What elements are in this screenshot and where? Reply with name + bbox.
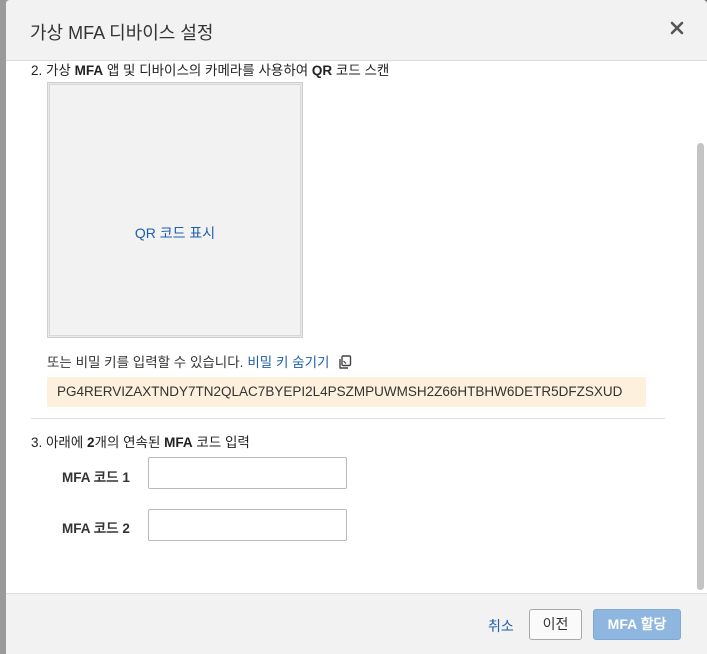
assign-mfa-button[interactable]: MFA 할당 — [593, 609, 681, 640]
scrollbar-thumb[interactable] — [697, 143, 704, 590]
step3-middle: 개의 연속된 — [94, 435, 165, 450]
mfa-code-1-input[interactable] — [148, 457, 347, 489]
dialog-body: 2. 가상 MFA 앱 및 디바이스의 카메라를 사용하여 QR 코드 스캔 Q… — [6, 61, 707, 593]
step2-instruction: 2. 가상 MFA 앱 및 디바이스의 카메라를 사용하여 QR 코드 스캔 — [31, 61, 389, 79]
previous-button[interactable]: 이전 — [529, 609, 582, 640]
copy-icon[interactable] — [337, 354, 353, 370]
step3-count: 2 — [87, 435, 95, 450]
qr-code-frame — [49, 84, 301, 336]
secret-key-value: PG4RERVIZAXTNDY7TN2QLAC7BYEPI2L4PSZMPUWM… — [47, 377, 646, 407]
mfa-code-2-input[interactable] — [148, 509, 347, 541]
dialog-footer: 취소 이전 MFA 할당 — [6, 593, 707, 654]
step2-suffix: 코드 스캔 — [332, 63, 390, 78]
show-qr-code-link[interactable]: QR 코드 표시 — [48, 223, 302, 243]
hide-secret-key-link[interactable]: 비밀 키 숨기기 — [247, 355, 329, 370]
step3-mfa: MFA — [164, 435, 193, 450]
dialog-header: 가상 MFA 디바이스 설정 — [6, 0, 707, 61]
mfa-code-2-label: MFA 코드 2 — [62, 521, 130, 536]
step3-prefix: 3. 아래에 — [31, 435, 88, 450]
step3-suffix: 코드 입력 — [192, 435, 250, 450]
step2-qr: QR — [311, 63, 333, 78]
step2-mfa: MFA — [74, 63, 104, 78]
qr-code-placeholder: QR 코드 표시 — [47, 82, 303, 338]
cancel-link[interactable]: 취소 — [488, 616, 514, 636]
secret-key-text: 또는 비밀 키를 입력할 수 있습니다. — [47, 355, 244, 370]
dialog-title: 가상 MFA 디바이스 설정 — [30, 23, 214, 43]
step3-instruction: 3. 아래에 2개의 연속된 MFA 코드 입력 — [31, 431, 250, 451]
mfa-setup-dialog: 가상 MFA 디바이스 설정 2. 가상 MFA 앱 및 디바이스의 카메라를 … — [6, 0, 707, 654]
step2-prefix: 2. 가상 — [31, 63, 75, 78]
mfa-code-1-label: MFA 코드 1 — [62, 470, 130, 485]
close-icon[interactable] — [669, 20, 685, 36]
section-divider — [31, 418, 665, 419]
step2-middle: 앱 및 디바이스의 카메라를 사용하여 — [103, 63, 312, 78]
secret-key-line: 또는 비밀 키를 입력할 수 있습니다. 비밀 키 숨기기 — [47, 351, 353, 371]
